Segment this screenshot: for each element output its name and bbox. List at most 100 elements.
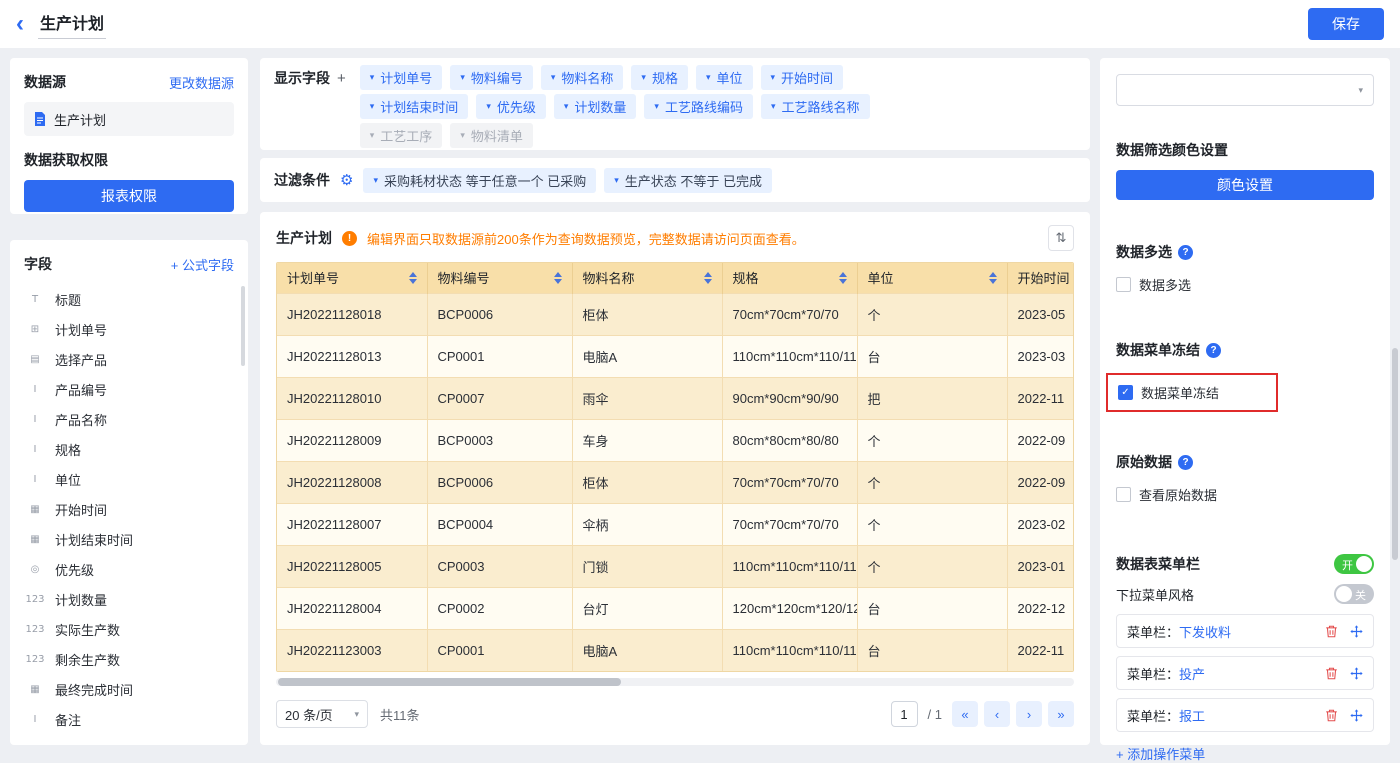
page-number-input[interactable]: 1	[891, 701, 918, 727]
display-field-chip[interactable]: ▾ 规格	[631, 65, 688, 90]
dropdown-style-toggle-off[interactable]: 关	[1334, 584, 1374, 604]
help-icon[interactable]: ?	[1206, 343, 1221, 358]
menu-item-link[interactable]: 报工	[1179, 706, 1205, 725]
table-row[interactable]: JH20221128018 BCP0006 柜体 70cm*70cm*70/70…	[277, 293, 1074, 335]
field-list-item[interactable]: ▦ 开始时间	[24, 494, 234, 524]
back-icon[interactable]: ‹	[16, 12, 24, 36]
save-button[interactable]: 保存	[1308, 8, 1384, 40]
column-header[interactable]: 开始时间	[1007, 263, 1074, 293]
field-list-item[interactable]: ▤ 选择产品	[24, 344, 234, 374]
delete-icon[interactable]	[1325, 625, 1338, 638]
move-icon[interactable]	[1350, 667, 1363, 680]
sort-arrows-icon[interactable]	[554, 272, 562, 284]
display-field-chip[interactable]: ▾ 单位	[696, 65, 753, 90]
field-list-item[interactable]: I 单位	[24, 464, 234, 494]
menubar-toggle-on[interactable]: 开	[1334, 554, 1374, 574]
field-list-item[interactable]: I 产品名称	[24, 404, 234, 434]
change-datasource-link[interactable]: 更改数据源	[169, 73, 234, 92]
display-field-chip[interactable]: ▾ 优先级	[476, 94, 546, 119]
display-field-chip[interactable]: ▾ 开始时间	[761, 65, 844, 90]
sort-arrows-icon[interactable]	[839, 272, 847, 284]
field-list-item[interactable]: T 标题	[24, 284, 234, 314]
delete-icon[interactable]	[1325, 709, 1338, 722]
menu-item-link[interactable]: 下发收料	[1179, 622, 1231, 641]
display-field-chip[interactable]: ▾ 工艺路线名称	[761, 94, 870, 119]
table-row[interactable]: JH20221128007 BCP0004 伞柄 70cm*70cm*70/70…	[277, 503, 1074, 545]
filter-condition-chip[interactable]: ▾ 采购耗材状态 等于任意一个 已采购	[363, 168, 596, 193]
menu-item-link[interactable]: 投产	[1179, 664, 1205, 683]
display-field-chip[interactable]: ▾ 工艺路线编码	[644, 94, 753, 119]
formula-field-link[interactable]: + 公式字段	[171, 255, 234, 274]
style-select[interactable]: ▾	[1116, 74, 1374, 106]
display-field-chip[interactable]: ▾ 物料名称	[541, 65, 624, 90]
display-field-chip[interactable]: ▾ 计划数量	[554, 94, 637, 119]
raw-data-checkbox[interactable]: 查看原始数据	[1116, 485, 1374, 504]
sort-arrows-icon[interactable]	[989, 272, 997, 284]
delete-icon[interactable]	[1325, 667, 1338, 680]
table-row[interactable]: JH20221128008 BCP0006 柜体 70cm*70cm*70/70…	[277, 461, 1074, 503]
horizontal-scrollbar-thumb[interactable]	[278, 678, 621, 686]
add-display-field-icon[interactable]: +	[337, 70, 346, 87]
cell-start-time: 2023-05	[1007, 293, 1074, 335]
move-icon[interactable]	[1350, 709, 1363, 722]
field-list-item[interactable]: ⊞ 计划单号	[24, 314, 234, 344]
add-action-menu-link[interactable]: + 添加操作菜单	[1116, 744, 1205, 763]
field-list-item[interactable]: 123 剩余生产数	[24, 644, 234, 674]
prev-page-button[interactable]: ‹	[984, 701, 1010, 727]
report-permission-button[interactable]: 报表权限	[24, 180, 234, 212]
column-header[interactable]: 单位	[857, 263, 1007, 293]
display-field-chip-disabled[interactable]: ▾ 工艺工序	[360, 123, 443, 148]
display-field-chip-disabled[interactable]: ▾ 物料清单	[450, 123, 533, 148]
checkbox-checked[interactable]: ✓	[1118, 385, 1133, 400]
field-list-item[interactable]: ◎ 优先级	[24, 554, 234, 584]
chip-label: 优先级	[497, 97, 536, 116]
table-row[interactable]: JH20221128004 CP0002 台灯 120cm*120cm*120/…	[277, 587, 1074, 629]
page-size-select[interactable]: 20 条/页 ▾	[276, 700, 368, 728]
sort-arrows-icon[interactable]	[704, 272, 712, 284]
freeze-menu-checkbox[interactable]: ✓ 数据菜单冻结	[1118, 383, 1266, 402]
next-page-button[interactable]: ›	[1016, 701, 1042, 727]
checkbox-unchecked[interactable]	[1116, 487, 1131, 502]
cell-material-name: 伞柄	[572, 503, 722, 545]
filter-condition-chip[interactable]: ▾ 生产状态 不等于 已完成	[604, 168, 772, 193]
field-list-item[interactable]: I 产品编号	[24, 374, 234, 404]
column-header-label: 物料名称	[583, 268, 635, 287]
field-list-item[interactable]: ▦ 最终完成时间	[24, 674, 234, 704]
field-label: 计划结束时间	[55, 530, 133, 549]
table-row[interactable]: JH20221128013 CP0001 电脑A 110cm*110cm*110…	[277, 335, 1074, 377]
datasource-panel: 数据源 更改数据源 生产计划 数据获取权限 报表权限	[10, 58, 248, 214]
field-list-item[interactable]: I 备注	[24, 704, 234, 734]
column-header[interactable]: 计划单号	[277, 263, 427, 293]
window-scrollbar-thumb[interactable]	[1392, 348, 1398, 560]
table-row[interactable]: JH20221128010 CP0007 雨伞 90cm*90cm*90/90 …	[277, 377, 1074, 419]
checkbox-unchecked[interactable]	[1116, 277, 1131, 292]
chip-label: 单位	[716, 68, 742, 87]
color-settings-button[interactable]: 颜色设置	[1116, 170, 1374, 200]
fields-scrollbar[interactable]	[241, 286, 245, 366]
last-page-button[interactable]: »	[1048, 701, 1074, 727]
help-icon[interactable]: ?	[1178, 455, 1193, 470]
column-header[interactable]: 物料名称	[572, 263, 722, 293]
multi-select-checkbox[interactable]: 数据多选	[1116, 275, 1374, 294]
field-list-item[interactable]: I 规格	[24, 434, 234, 464]
display-field-chip[interactable]: ▾ 计划单号	[360, 65, 443, 90]
display-field-chip[interactable]: ▾ 物料编号	[450, 65, 533, 90]
total-count: 共11条	[380, 705, 420, 724]
column-header[interactable]: 规格	[722, 263, 857, 293]
field-list-item[interactable]: ▦ 计划结束时间	[24, 524, 234, 554]
gear-icon[interactable]: ⚙	[340, 173, 353, 188]
help-icon[interactable]: ?	[1178, 245, 1193, 260]
first-page-button[interactable]: «	[952, 701, 978, 727]
datasource-item[interactable]: 生产计划	[24, 102, 234, 136]
field-list-item[interactable]: 123 实际生产数	[24, 614, 234, 644]
field-type-icon: 123	[24, 594, 46, 605]
column-header[interactable]: 物料编号	[427, 263, 572, 293]
table-row[interactable]: JH20221123003 CP0001 电脑A 110cm*110cm*110…	[277, 629, 1074, 671]
display-field-chip[interactable]: ▾ 计划结束时间	[360, 94, 469, 119]
field-list-item[interactable]: 123 计划数量	[24, 584, 234, 614]
sort-button[interactable]: ⇅	[1048, 225, 1074, 251]
table-row[interactable]: JH20221128005 CP0003 门锁 110cm*110cm*110/…	[277, 545, 1074, 587]
move-icon[interactable]	[1350, 625, 1363, 638]
sort-arrows-icon[interactable]	[409, 272, 417, 284]
table-row[interactable]: JH20221128009 BCP0003 车身 80cm*80cm*80/80…	[277, 419, 1074, 461]
